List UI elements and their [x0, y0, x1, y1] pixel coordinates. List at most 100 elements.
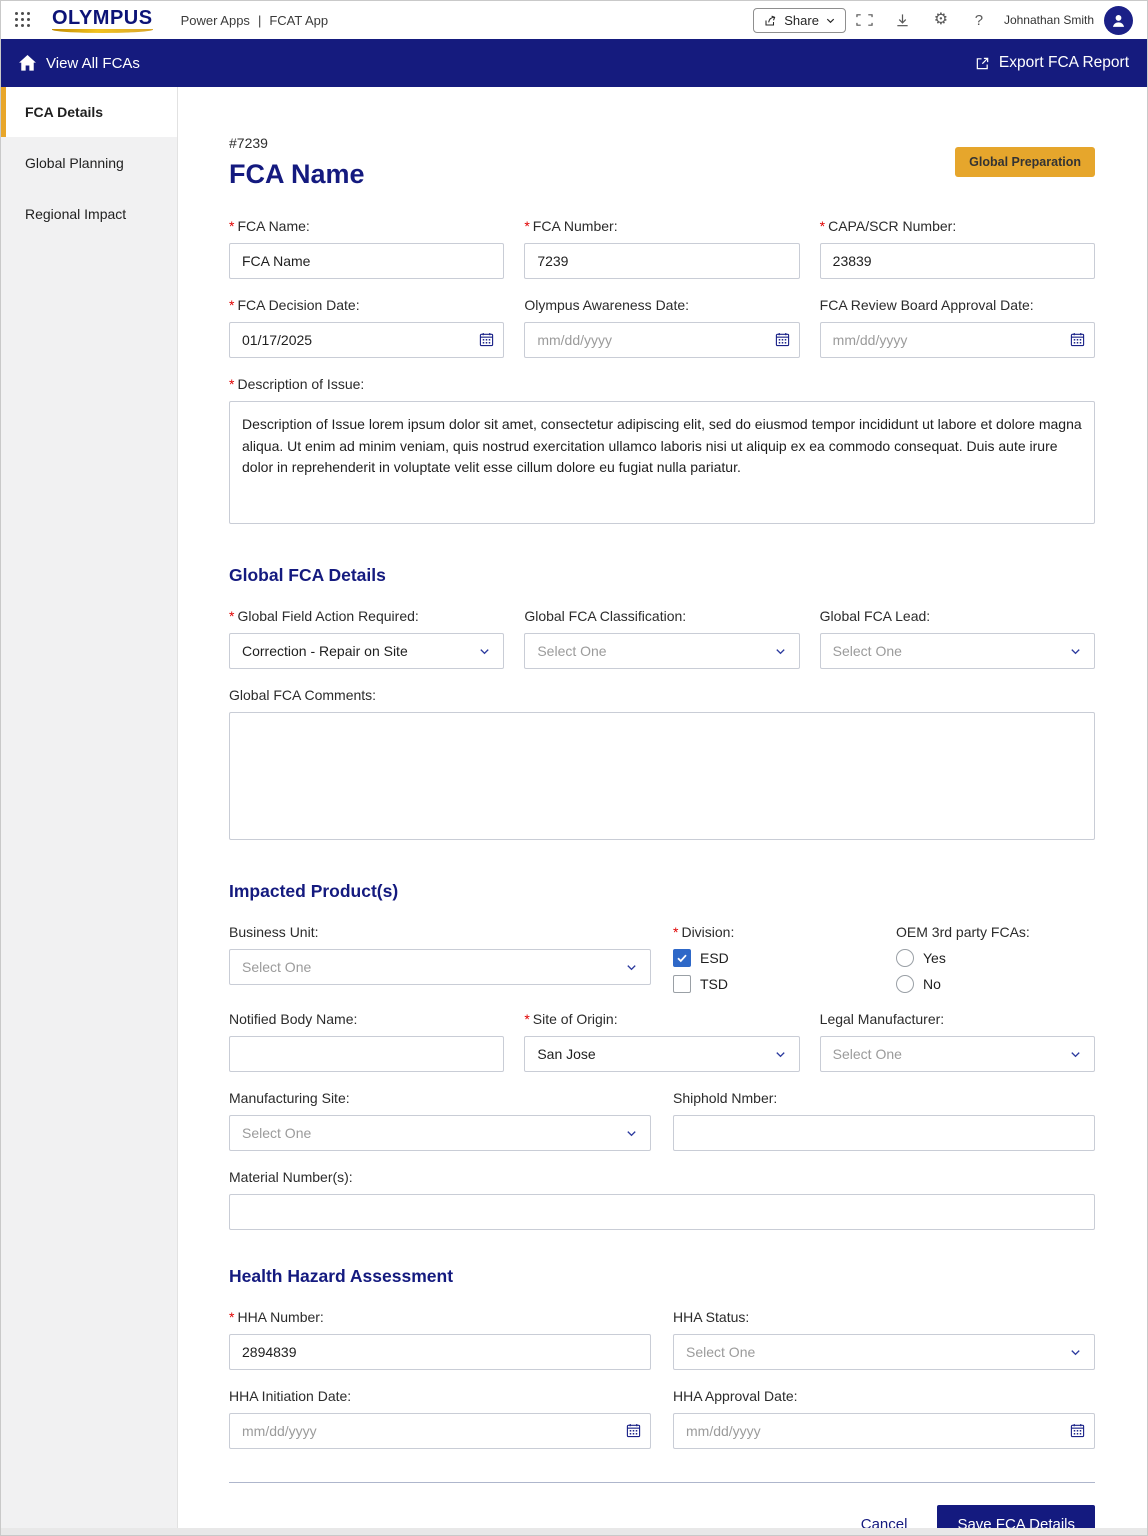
hha-number-input[interactable]: [229, 1334, 651, 1370]
division-option-tsd[interactable]: TSD: [673, 975, 896, 993]
export-fca-report-button[interactable]: Export FCA Report: [975, 54, 1129, 72]
hha-approval-date-input[interactable]: [673, 1413, 1095, 1449]
calendar-icon[interactable]: [479, 332, 494, 347]
radio-icon[interactable]: [896, 949, 914, 967]
checkbox-icon[interactable]: [673, 949, 691, 967]
sidebar-item-regional-impact[interactable]: Regional Impact: [1, 189, 177, 239]
olympus-logo-swoosh: [52, 28, 153, 33]
cancel-button[interactable]: Cancel: [861, 1516, 908, 1528]
share-label: Share: [784, 12, 819, 28]
sidebar: FCA Details Global Planning Regional Imp…: [1, 87, 178, 1528]
calendar-icon[interactable]: [1070, 332, 1085, 347]
chevron-down-icon: [627, 964, 636, 970]
division-label: Division:: [681, 924, 735, 940]
radio-icon[interactable]: [896, 975, 914, 993]
olympus-awareness-date-input[interactable]: [524, 322, 800, 358]
business-unit-label: Business Unit:: [229, 924, 319, 940]
olympus-logo-text: OLYMPUS: [52, 6, 153, 29]
waffle-menu-icon[interactable]: [15, 11, 32, 29]
user-name-label: Johnathan Smith: [1003, 13, 1094, 27]
field-global-field-action-required: * Global Field Action Required: Correctio…: [229, 608, 505, 669]
field-notified-body-name: Notified Body Name:: [229, 1011, 505, 1072]
fit-to-window-icon[interactable]: [846, 7, 884, 33]
hha-initiation-date-input[interactable]: [229, 1413, 651, 1449]
home-icon: [19, 55, 36, 71]
field-hha-number: * HHA Number:: [229, 1309, 651, 1370]
division-esd-label: ESD: [700, 950, 729, 966]
global-fca-lead-label: Global FCA Lead:: [819, 608, 931, 624]
oem-yes-label: Yes: [923, 950, 946, 966]
share-button[interactable]: Share: [753, 7, 846, 33]
checkbox-icon[interactable]: [673, 975, 691, 993]
material-numbers-input[interactable]: [229, 1194, 1095, 1230]
save-fca-details-button[interactable]: Save FCA Details: [937, 1505, 1095, 1528]
global-fca-lead-select[interactable]: Select One: [819, 633, 1095, 669]
capa-scr-number-label: CAPA/SCR Number:: [828, 218, 957, 234]
calendar-icon[interactable]: [626, 1423, 641, 1438]
notified-body-name-input[interactable]: [229, 1036, 505, 1072]
chevron-down-icon: [826, 18, 835, 23]
material-numbers-label: Material Number(s):: [229, 1169, 353, 1185]
fca-name-input[interactable]: [229, 243, 505, 279]
app-name-label: FCAT App: [269, 12, 329, 28]
olympus-logo: OLYMPUS: [52, 8, 153, 33]
site-of-origin-label: Site of Origin:: [532, 1011, 618, 1027]
user-avatar[interactable]: [1104, 5, 1133, 35]
download-icon[interactable]: [884, 7, 922, 33]
field-site-of-origin: * Site of Origin: San Jose: [524, 1011, 800, 1072]
fca-number-input[interactable]: [524, 243, 800, 279]
legal-manufacturer-select[interactable]: Select One: [819, 1036, 1095, 1072]
field-olympus-awareness-date: Olympus Awareness Date:: [524, 297, 800, 358]
field-shiphold-number: Shiphold Nmber:: [673, 1090, 1095, 1151]
chevron-down-icon: [775, 648, 785, 654]
required-marker: *: [524, 218, 530, 234]
fca-number-label: FCA Number:: [532, 218, 618, 234]
fca-review-board-approval-date-label: FCA Review Board Approval Date:: [819, 297, 1034, 313]
field-manufacturing-site: Manufacturing Site: Select One: [229, 1090, 651, 1151]
fca-decision-date-input[interactable]: [229, 322, 505, 358]
global-fca-classification-select[interactable]: Select One: [524, 633, 800, 669]
help-icon[interactable]: ?: [960, 7, 998, 33]
share-icon: [765, 15, 776, 26]
field-global-fca-comments: Global FCA Comments:: [229, 687, 1095, 845]
field-fca-review-board-approval-date: FCA Review Board Approval Date:: [819, 297, 1095, 358]
calendar-icon[interactable]: [1070, 1423, 1085, 1438]
hha-approval-date-label: HHA Approval Date:: [673, 1388, 798, 1404]
oem-option-yes[interactable]: Yes: [896, 949, 1095, 967]
required-marker: *: [819, 218, 826, 234]
section-title-impacted-products: Impacted Product(s): [229, 881, 399, 901]
business-unit-select[interactable]: Select One: [229, 949, 651, 985]
field-business-unit: Business Unit: Select One: [229, 924, 651, 993]
required-marker: *: [229, 376, 235, 392]
field-fca-number: * FCA Number:: [524, 218, 800, 279]
description-of-issue-textarea[interactable]: Description of Issue lorem ipsum dolor s…: [229, 401, 1095, 524]
hha-number-label: HHA Number:: [237, 1309, 324, 1325]
field-hha-status: HHA Status: Select One: [673, 1309, 1095, 1370]
breadcrumb: Power Apps | FCAT App: [181, 13, 329, 28]
required-marker: *: [524, 1011, 530, 1027]
olympus-awareness-date-label: Olympus Awareness Date:: [524, 297, 690, 313]
view-all-fcas-link[interactable]: View All FCAs: [19, 55, 140, 72]
field-division: * Division: ESD TSD: [673, 924, 896, 993]
calendar-icon[interactable]: [775, 332, 790, 347]
field-oem-3rd-party-fcas: OEM 3rd party FCAs: Yes No: [896, 924, 1095, 993]
manufacturing-site-select[interactable]: Select One: [229, 1115, 651, 1151]
sidebar-item-global-planning[interactable]: Global Planning: [1, 138, 177, 188]
settings-gear-icon[interactable]: ⚙: [922, 7, 960, 33]
fca-review-board-approval-date-input[interactable]: [819, 322, 1095, 358]
power-apps-label: Power Apps: [180, 12, 250, 28]
fca-decision-date-label: FCA Decision Date:: [237, 297, 360, 313]
shiphold-number-input[interactable]: [673, 1115, 1095, 1151]
oem-option-no[interactable]: No: [896, 975, 1095, 993]
manufacturing-site-label: Manufacturing Site:: [229, 1090, 350, 1106]
division-option-esd[interactable]: ESD: [673, 949, 896, 967]
hha-status-select[interactable]: Select One: [673, 1334, 1095, 1370]
capa-scr-number-input[interactable]: [819, 243, 1095, 279]
global-field-action-required-select[interactable]: Correction - Repair on Site: [229, 633, 505, 669]
site-of-origin-select[interactable]: San Jose: [524, 1036, 800, 1072]
sidebar-item-label: Regional Impact: [25, 206, 127, 222]
chevron-down-icon: [1071, 648, 1080, 654]
global-fca-comments-textarea[interactable]: [229, 712, 1095, 840]
sidebar-item-fca-details[interactable]: FCA Details: [1, 87, 177, 137]
section-title-health-hazard-assessment: Health Hazard Assessment: [229, 1266, 454, 1286]
